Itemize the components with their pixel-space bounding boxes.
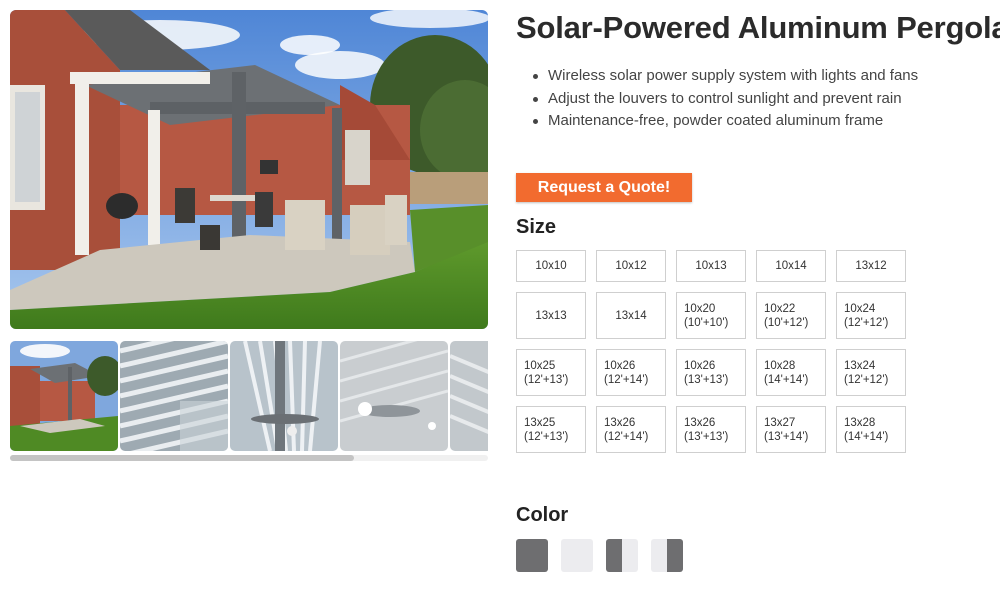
size-option-label: 10x14 <box>775 260 807 272</box>
size-option-label: 13x25 <box>524 416 556 429</box>
size-option-13x28-14+14[interactable]: 13x28 (14'+14') <box>836 406 906 453</box>
size-option-sublabel: (10'+12') <box>764 316 809 329</box>
size-option-10x22-10+12[interactable]: 10x22 (10'+12') <box>756 292 826 339</box>
white-gray-swatch[interactable] <box>651 539 683 572</box>
thumbnail-3[interactable] <box>230 341 338 451</box>
size-option-label: 10x24 <box>844 302 876 315</box>
ceiling-fan-light-thumb <box>340 341 448 451</box>
feature-item: Maintenance-free, powder coated aluminum… <box>530 110 918 133</box>
color-heading: Color <box>516 504 569 526</box>
thumbnail-strip[interactable] <box>10 341 488 451</box>
size-option-10x12[interactable]: 10x12 <box>596 250 666 282</box>
size-option-label: 10x12 <box>615 260 647 272</box>
louver-side-thumb <box>450 341 488 451</box>
louver-fan-thumb <box>230 341 338 451</box>
size-option-sublabel: (12'+12') <box>844 316 889 329</box>
size-option-13x26-13+13[interactable]: 13x26 (13'+13') <box>676 406 746 453</box>
patio-thumb <box>10 341 118 451</box>
size-option-label: 13x26 <box>604 416 636 429</box>
size-option-label: 13x28 <box>844 416 876 429</box>
size-option-label: 10x26 <box>604 359 636 372</box>
thumbnail-1[interactable] <box>10 341 118 451</box>
size-option-sublabel: (12'+13') <box>524 373 569 386</box>
gray-swatch[interactable] <box>516 539 548 572</box>
louver-roof-thumb <box>120 341 228 451</box>
size-option-13x26-12+14[interactable]: 13x26 (12'+14') <box>596 406 666 453</box>
size-option-label: 13x26 <box>684 416 716 429</box>
scrollbar-thumb[interactable] <box>10 455 355 461</box>
size-option-10x25-12+13[interactable]: 10x25 (12'+13') <box>516 349 586 396</box>
size-option-sublabel: (13'+13') <box>684 430 729 443</box>
size-option-label: 13x27 <box>764 416 796 429</box>
size-option-10x28-14+14[interactable]: 10x28 (14'+14') <box>756 349 826 396</box>
size-option-sublabel: (12'+14') <box>604 373 649 386</box>
size-option-sublabel: (12'+13') <box>524 430 569 443</box>
size-option-label: 10x25 <box>524 359 556 372</box>
size-option-label: 10x13 <box>695 260 727 272</box>
gray-white-swatch[interactable] <box>606 539 638 572</box>
size-option-10x20-10+10[interactable]: 10x20 (10'+10') <box>676 292 746 339</box>
size-option-label: 10x20 <box>684 302 716 315</box>
size-heading: Size <box>516 216 557 238</box>
size-option-13x24-12+12[interactable]: 13x24 (12'+12') <box>836 349 906 396</box>
size-option-13x13[interactable]: 13x13 <box>516 292 586 339</box>
thumbnail-4[interactable] <box>340 341 448 451</box>
size-option-sublabel: (10'+10') <box>684 316 729 329</box>
feature-list: Wireless solar power supply system with … <box>530 65 918 133</box>
main-product-image[interactable] <box>10 10 488 329</box>
size-option-label: 13x24 <box>844 359 876 372</box>
pergola-patio-photo <box>10 10 488 329</box>
thumbnail-5[interactable] <box>450 341 488 451</box>
size-option-sublabel: (12'+12') <box>844 373 889 386</box>
size-options: 10x10 10x12 10x13 10x14 13x12 13x13 13x14 10x20… <box>516 250 908 453</box>
product-title: Solar-Powered Aluminum Pergola <box>516 10 1000 45</box>
size-option-10x26-13+13[interactable]: 10x26 (13'+13') <box>676 349 746 396</box>
size-option-10x14[interactable]: 10x14 <box>756 250 826 282</box>
feature-item: Wireless solar power supply system with … <box>530 65 918 88</box>
request-quote-button[interactable]: Request a Quote! <box>516 173 692 202</box>
size-option-10x26-12+14[interactable]: 10x26 (12'+14') <box>596 349 666 396</box>
size-option-10x10[interactable]: 10x10 <box>516 250 586 282</box>
size-option-label: 10x10 <box>535 260 567 272</box>
size-option-10x13[interactable]: 10x13 <box>676 250 746 282</box>
size-option-label: 13x13 <box>535 309 567 322</box>
thumbnail-scrollbar[interactable] <box>10 455 488 461</box>
white-swatch[interactable] <box>561 539 593 572</box>
size-option-label: 10x26 <box>684 359 716 372</box>
size-option-13x27-13+14[interactable]: 13x27 (13'+14') <box>756 406 826 453</box>
thumbnail-2[interactable] <box>120 341 228 451</box>
size-option-sublabel: (13'+14') <box>764 430 809 443</box>
size-option-label: 10x22 <box>764 302 796 315</box>
size-option-13x25-12+13[interactable]: 13x25 (12'+13') <box>516 406 586 453</box>
size-option-13x14[interactable]: 13x14 <box>596 292 666 339</box>
size-option-sublabel: (13'+13') <box>684 373 729 386</box>
size-option-label: 13x12 <box>855 260 887 272</box>
size-option-label: 10x28 <box>764 359 796 372</box>
size-option-10x24-12+12[interactable]: 10x24 (12'+12') <box>836 292 906 339</box>
size-option-label: 13x14 <box>615 309 647 322</box>
size-option-sublabel: (14'+14') <box>844 430 889 443</box>
size-option-sublabel: (12'+14') <box>604 430 649 443</box>
size-option-sublabel: (14'+14') <box>764 373 809 386</box>
size-option-13x12[interactable]: 13x12 <box>836 250 906 282</box>
feature-item: Adjust the louvers to control sunlight a… <box>530 88 918 111</box>
